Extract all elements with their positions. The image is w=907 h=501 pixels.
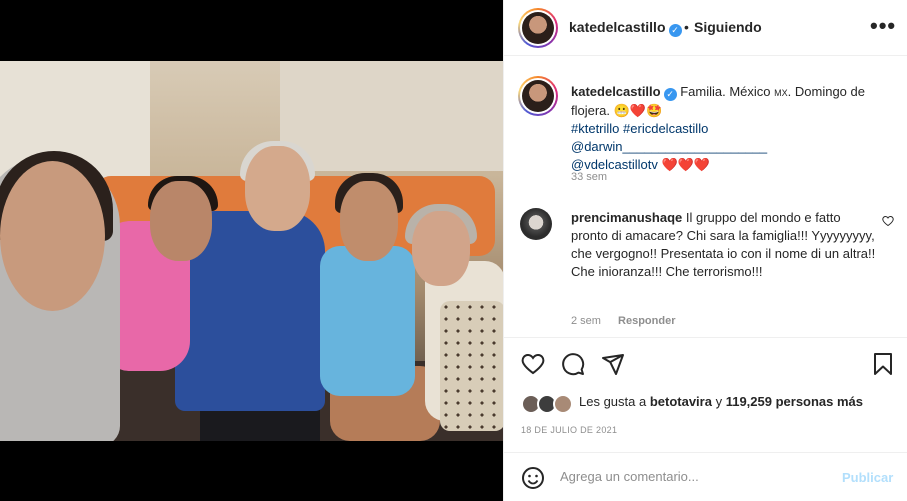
emoji-icon[interactable] — [521, 466, 545, 490]
caption-text-1: Familia. México — [680, 84, 775, 99]
comment-timestamp[interactable]: 2 sem — [571, 315, 601, 327]
separator-dot: • — [684, 19, 689, 35]
heart-icon[interactable] — [521, 352, 545, 376]
heart-outline-icon[interactable] — [882, 215, 894, 230]
caption-username[interactable]: katedelcastillo — [571, 84, 661, 99]
hashtag-ericdelcastillo[interactable]: #ericdelcastillo — [623, 121, 708, 136]
following-button[interactable]: Siguiendo — [694, 19, 762, 35]
mexico-flag: MX — [774, 88, 788, 98]
post-caption: katedelcastillo ✓ Familia. México MX. Dom… — [571, 83, 896, 174]
share-icon[interactable] — [601, 352, 625, 376]
comment-icon[interactable] — [561, 352, 585, 376]
commenter-username[interactable]: prencimanushaqe — [571, 210, 682, 225]
post-header: katedelcastillo ✓ • Siguiendo ••• — [504, 0, 907, 56]
caption-emojis: 😬❤️🤩 — [613, 103, 663, 118]
bookmark-icon[interactable] — [871, 352, 895, 376]
caption-avatar[interactable] — [518, 76, 558, 116]
liker-avatar[interactable] — [553, 394, 573, 414]
add-comment-bar: Publicar — [504, 452, 907, 501]
commenter-avatar[interactable] — [520, 208, 552, 240]
comment-meta: 2 sem Responder — [571, 315, 690, 327]
mention-vdelcastillotv[interactable]: @vdelcastillotv — [571, 157, 658, 172]
comment: prencimanushaqe Il gruppo del mondo e fa… — [571, 209, 876, 281]
verified-badge-icon: ✓ — [663, 88, 677, 101]
action-bar — [504, 337, 907, 391]
verified-badge-icon: ✓ — [668, 24, 682, 37]
post-sidebar: katedelcastillo ✓ • Siguiendo ••• katedel… — [503, 0, 907, 501]
caption-timestamp[interactable]: 33 sem — [571, 171, 607, 183]
instagram-post-modal: katedelcastillo ✓ • Siguiendo ••• katedel… — [0, 0, 907, 501]
likes-summary: Les gusta a betotavira y 119,259 persona… — [579, 394, 864, 409]
likes-count[interactable]: 119,259 personas más — [726, 394, 863, 409]
author-avatar[interactable] — [518, 8, 558, 48]
author-username[interactable]: katedelcastillo — [569, 19, 666, 35]
mention-darwin[interactable]: @darwin____________________ — [571, 139, 767, 154]
hashtag-ktetrillo[interactable]: #ktetrillo — [571, 121, 619, 136]
post-date[interactable]: 18 DE JULIO DE 2021 — [521, 425, 617, 435]
reply-button[interactable]: Responder — [618, 315, 675, 327]
caption-hearts: ❤️❤️❤️ — [661, 157, 711, 172]
more-options-icon[interactable]: ••• — [870, 13, 896, 39]
liker-username[interactable]: betotavira — [650, 394, 712, 409]
post-media-pane — [0, 0, 503, 501]
publish-button[interactable]: Publicar — [842, 470, 893, 485]
post-photo[interactable] — [0, 61, 503, 441]
comment-input[interactable] — [560, 469, 820, 484]
